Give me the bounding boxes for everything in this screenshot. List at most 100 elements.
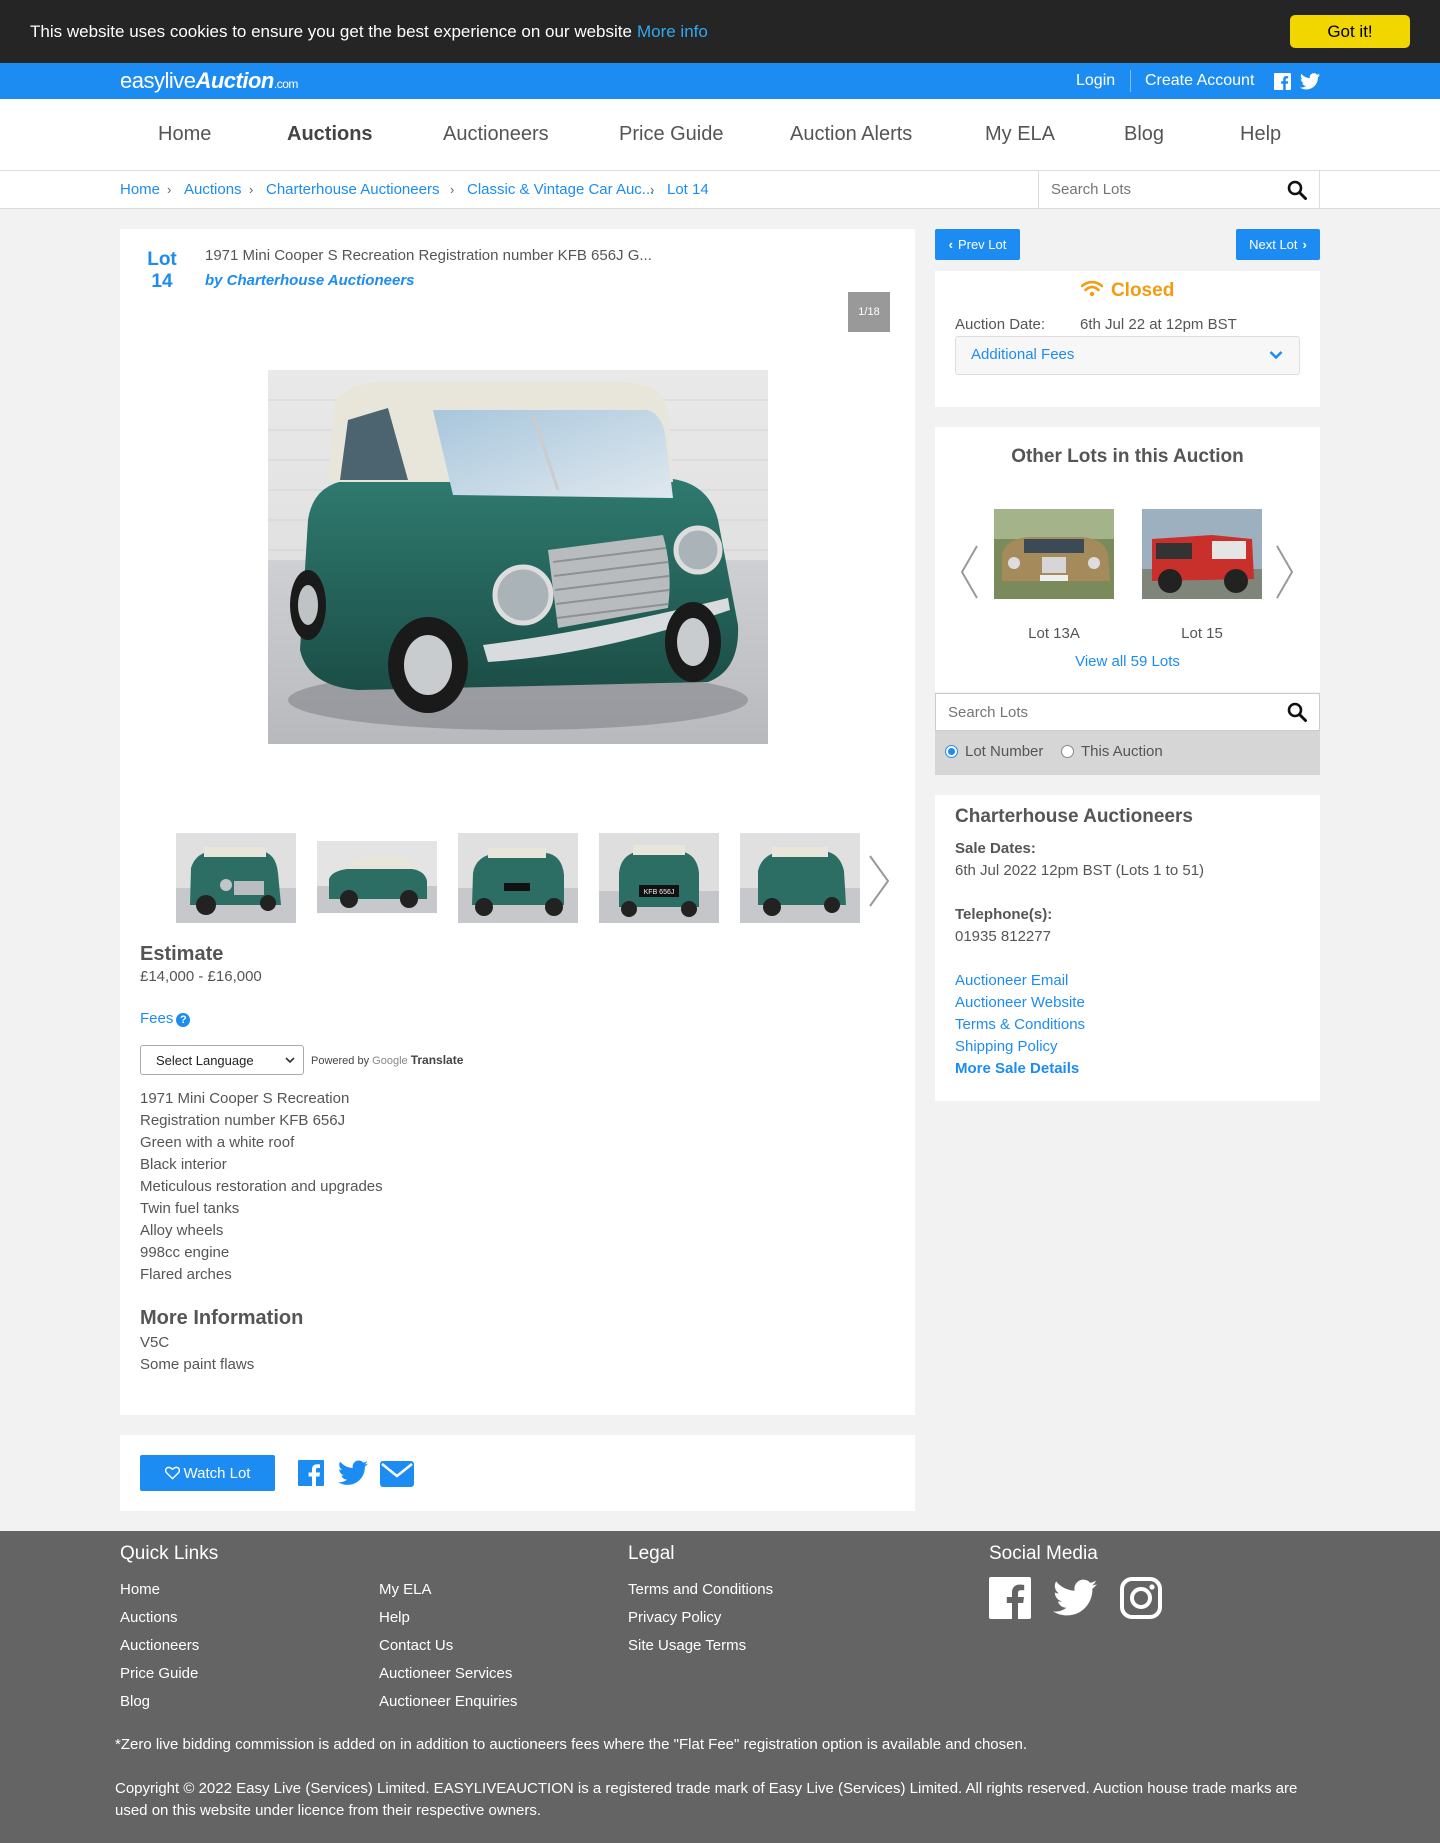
- cookie-accept-button[interactable]: Got it!: [1290, 15, 1410, 48]
- logo-text-bold: Auction: [195, 68, 274, 93]
- this-auction-radio[interactable]: [1061, 745, 1074, 758]
- footer-link[interactable]: Privacy Policy: [628, 1609, 721, 1626]
- other-lot-label[interactable]: Lot 15: [1142, 625, 1262, 642]
- next-lot-button[interactable]: Next Lot ›: [1236, 229, 1320, 260]
- lot-search: [935, 693, 1320, 731]
- description-line: Twin fuel tanks: [140, 1200, 240, 1217]
- twitter-icon[interactable]: [338, 1460, 368, 1486]
- translate-link[interactable]: Translate: [411, 1053, 464, 1067]
- other-lot-image[interactable]: [1142, 509, 1262, 599]
- other-lot-label[interactable]: Lot 13A: [994, 625, 1114, 642]
- footer-link[interactable]: Price Guide: [120, 1665, 198, 1682]
- google-translate-credit: Powered by Google Translate: [311, 1053, 463, 1067]
- thumbnail-plate-text: KFB 656J: [644, 889, 675, 896]
- description-line: Alloy wheels: [140, 1222, 224, 1239]
- create-account-link[interactable]: Create Account: [1145, 72, 1254, 90]
- breadcrumb-home[interactable]: Home: [120, 181, 160, 198]
- footer-link[interactable]: Home: [120, 1581, 160, 1598]
- main-nav: Home Auctions Auctioneers Price Guide Au…: [0, 99, 1440, 171]
- shipping-policy-link[interactable]: Shipping Policy: [955, 1038, 1058, 1055]
- footer-link[interactable]: Terms and Conditions: [628, 1581, 773, 1598]
- footer-link[interactable]: Contact Us: [379, 1637, 453, 1654]
- footer-link[interactable]: Blog: [120, 1693, 150, 1710]
- facebook-icon[interactable]: [989, 1577, 1031, 1619]
- breadcrumb-auction[interactable]: Classic & Vintage Car Auc...: [467, 181, 654, 198]
- search-icon[interactable]: [1287, 702, 1307, 722]
- lot-search-input[interactable]: [936, 694, 1256, 730]
- search-icon[interactable]: [1287, 180, 1307, 200]
- instagram-icon[interactable]: [1120, 1577, 1162, 1619]
- thumbnail[interactable]: KFB 656J: [599, 833, 719, 923]
- thumbnail[interactable]: [458, 833, 578, 923]
- nav-blog[interactable]: Blog: [1124, 123, 1164, 146]
- nav-auction-alerts[interactable]: Auction Alerts: [790, 123, 912, 146]
- lot-number-radio-label[interactable]: Lot Number: [965, 743, 1043, 760]
- facebook-icon[interactable]: [1274, 73, 1291, 90]
- login-link[interactable]: Login: [1076, 72, 1115, 90]
- other-lot-image[interactable]: [994, 509, 1114, 599]
- fees-label: Fees: [140, 1010, 174, 1027]
- next-lot-label: Next Lot: [1249, 237, 1298, 252]
- nav-auctions[interactable]: Auctions: [287, 123, 373, 146]
- prev-lot-label: Prev Lot: [957, 237, 1007, 252]
- telephone-value: 01935 812277: [955, 928, 1051, 945]
- lot-auctioneer-link[interactable]: by Charterhouse Auctioneers: [205, 272, 415, 289]
- breadcrumb-auctioneer[interactable]: Charterhouse Auctioneers: [266, 181, 439, 198]
- terms-link[interactable]: Terms & Conditions: [955, 1016, 1085, 1033]
- additional-fees-label: Additional Fees: [971, 346, 1075, 363]
- more-information-line: V5C: [140, 1334, 170, 1351]
- footer-link[interactable]: Auctioneer Services: [379, 1665, 512, 1682]
- thumbnail[interactable]: [176, 833, 296, 923]
- fees-link[interactable]: Fees?: [140, 1010, 191, 1027]
- nav-help[interactable]: Help: [1240, 123, 1281, 146]
- lot-number-radio[interactable]: [945, 745, 958, 758]
- watch-lot-button[interactable]: Watch Lot: [140, 1455, 275, 1491]
- breadcrumb-auctions[interactable]: Auctions: [184, 181, 242, 198]
- cookie-more-info-link[interactable]: More info: [637, 22, 708, 42]
- auctioneer-email-link[interactable]: Auctioneer Email: [955, 972, 1068, 989]
- view-all-lots-link[interactable]: View all 59 Lots: [935, 653, 1320, 670]
- site-logo[interactable]: easyliveAuction.com: [120, 68, 298, 94]
- breadcrumb-lot[interactable]: Lot 14: [667, 181, 709, 198]
- other-lots-panel: Other Lots in this Auction Lot 13A Lot 1…: [935, 427, 1320, 692]
- twitter-icon[interactable]: [1300, 73, 1320, 90]
- top-bar: easyliveAuction.com Login Create Account: [0, 63, 1440, 99]
- status-text: Closed: [1110, 280, 1175, 301]
- additional-fees-dropdown[interactable]: Additional Fees: [955, 336, 1300, 375]
- chevron-right-icon[interactable]: [1275, 544, 1295, 600]
- lot-number: Lot 14: [142, 249, 182, 293]
- footer-link[interactable]: Auctioneer Enquiries: [379, 1693, 517, 1710]
- divider: [1130, 70, 1131, 92]
- legal-heading: Legal: [628, 1543, 675, 1564]
- chevron-right-icon[interactable]: [866, 854, 892, 908]
- thumbnail[interactable]: [740, 833, 860, 923]
- envelope-icon[interactable]: [380, 1461, 414, 1487]
- nav-price-guide[interactable]: Price Guide: [619, 123, 724, 146]
- nav-auctioneers[interactable]: Auctioneers: [443, 123, 549, 146]
- thumbnail[interactable]: [317, 841, 437, 913]
- footer-link[interactable]: Help: [379, 1609, 410, 1626]
- description-line: Green with a white roof: [140, 1134, 295, 1151]
- lot-number-value: 14: [151, 271, 173, 292]
- footer-link[interactable]: Site Usage Terms: [628, 1637, 746, 1654]
- footer-link[interactable]: My ELA: [379, 1581, 432, 1598]
- facebook-icon[interactable]: [297, 1459, 325, 1487]
- other-lots-heading: Other Lots in this Auction: [1011, 446, 1244, 467]
- commission-note: *Zero live bidding commission is added o…: [115, 1736, 1028, 1753]
- lot-number-label: Lot: [147, 249, 177, 270]
- sale-dates-value: 6th Jul 2022 12pm BST (Lots 1 to 51): [955, 862, 1205, 879]
- chevron-left-icon[interactable]: [959, 544, 979, 600]
- auction-date-value: 6th Jul 22 at 12pm BST: [1080, 316, 1237, 333]
- twitter-icon[interactable]: [1053, 1579, 1097, 1617]
- more-sale-details-link[interactable]: More Sale Details: [955, 1060, 1079, 1077]
- header-search-input[interactable]: [1039, 171, 1269, 207]
- footer-link[interactable]: Auctioneers: [120, 1637, 199, 1654]
- nav-home[interactable]: Home: [158, 123, 211, 146]
- auctioneer-website-link[interactable]: Auctioneer Website: [955, 994, 1085, 1011]
- language-select[interactable]: Select Language: [140, 1045, 304, 1075]
- lot-main-image[interactable]: [268, 370, 768, 744]
- footer-link[interactable]: Auctions: [120, 1609, 178, 1626]
- this-auction-radio-label[interactable]: This Auction: [1081, 743, 1163, 760]
- nav-my-ela[interactable]: My ELA: [985, 123, 1055, 146]
- prev-lot-button[interactable]: ‹ Prev Lot: [935, 229, 1020, 260]
